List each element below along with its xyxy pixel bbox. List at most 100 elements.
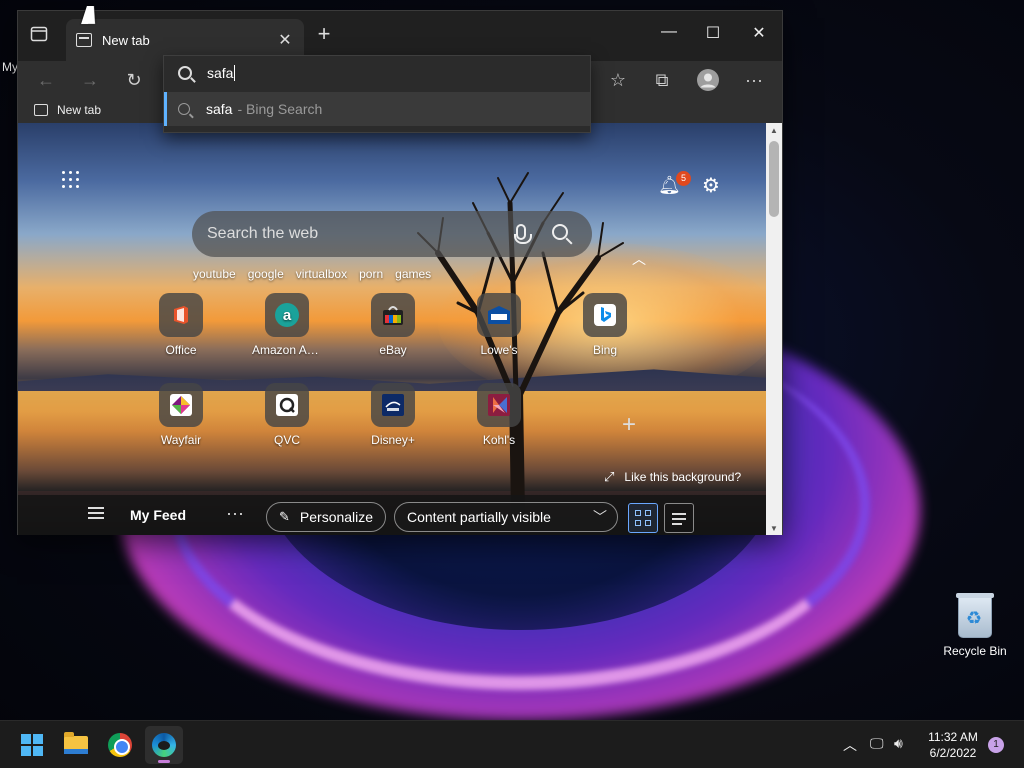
add-site-button[interactable]: + — [594, 411, 664, 439]
tile-label: Disney+ — [371, 433, 415, 447]
personalize-button[interactable]: ✎ Personalize — [266, 502, 386, 532]
tile-label: Kohl's — [482, 433, 516, 447]
new-tab-favicon — [76, 33, 92, 47]
tile-ebay[interactable]: eBay — [358, 293, 428, 357]
pencil-icon: ✎ — [279, 509, 290, 524]
tile-label: Bing — [592, 343, 618, 357]
content-visibility-dropdown[interactable]: Content partially visible ﹀ — [394, 502, 618, 532]
refresh-icon[interactable]: ↻ — [122, 69, 146, 91]
scroll-up-arrow-icon[interactable]: ▲ — [769, 126, 779, 135]
tile-office[interactable]: Office — [146, 293, 216, 357]
recycle-bin[interactable]: ♻ Recycle Bin — [940, 593, 1010, 658]
tile-disney-plus[interactable]: Disney+ — [358, 383, 428, 447]
svg-text:a: a — [283, 307, 292, 324]
suggestion-item[interactable]: safa - Bing Search — [164, 92, 590, 126]
start-button[interactable] — [13, 726, 51, 764]
quick-link[interactable]: porn — [359, 267, 383, 281]
quick-link[interactable]: youtube — [193, 267, 236, 281]
favorites-icon[interactable]: ☆ — [606, 69, 630, 91]
content-visibility-value: Content partially visible — [407, 509, 551, 525]
scroll-down-arrow-icon[interactable]: ▼ — [769, 524, 779, 533]
tab-actions-icon[interactable] — [30, 25, 54, 47]
start-icon — [21, 734, 43, 756]
network-icon[interactable]: 🖵︎ — [870, 735, 884, 752]
tile-label: eBay — [379, 343, 407, 357]
bing-icon — [583, 293, 627, 337]
personalize-label: Personalize — [299, 509, 374, 525]
quick-link[interactable]: games — [395, 267, 431, 281]
profile-avatar[interactable] — [696, 69, 720, 91]
recycle-bin-icon: ♻ — [956, 593, 994, 638]
text-caret — [234, 65, 236, 81]
feed-bar: My Feed ··· ✎ Personalize Content partia… — [18, 495, 766, 535]
microphone-icon[interactable] — [514, 224, 532, 244]
minimize-button[interactable]: — — [654, 23, 684, 41]
notification-center-badge[interactable]: 1 — [988, 737, 1004, 753]
close-window-button[interactable]: ✕ — [744, 23, 774, 43]
back-icon[interactable]: ← — [34, 69, 58, 91]
new-tab-page: 🔔︎ 5 ⚙ Search the web youtube google vir… — [18, 123, 766, 535]
chrome-button[interactable] — [101, 726, 139, 764]
search-icon — [178, 103, 190, 115]
app-launcher-icon[interactable] — [62, 171, 80, 189]
grid-view-button[interactable] — [628, 503, 658, 533]
file-explorer-icon — [64, 732, 88, 754]
address-input-text: safa — [207, 65, 234, 81]
settings-more-icon[interactable]: ··· — [742, 69, 766, 91]
tile-label: Lowe's — [480, 343, 518, 357]
vertical-scrollbar[interactable]: ▲ ▼ — [766, 123, 782, 535]
chrome-icon — [108, 733, 132, 757]
page-settings-gear-icon[interactable]: ⚙ — [702, 173, 720, 198]
chevron-down-icon: ﹀ — [593, 509, 607, 525]
clock-time: 11:32 AM — [928, 730, 978, 744]
edge-button[interactable] — [145, 726, 183, 764]
like-background-label: Like this background? — [624, 470, 742, 484]
office-icon — [159, 293, 203, 337]
maximize-button[interactable]: ☐ — [698, 23, 728, 43]
like-background-link[interactable]: ⤢ Like this background? — [604, 469, 741, 485]
favorites-bar-item[interactable]: New tab — [34, 103, 101, 117]
scrollbar-thumb[interactable] — [769, 141, 779, 217]
quick-link[interactable]: google — [248, 267, 284, 281]
address-input[interactable]: safa — [164, 56, 590, 90]
taskbar: ︿ 🖵︎ 🔊︎ 11:32 AM 6/2/2022 1 — [0, 720, 1024, 768]
clock[interactable]: 11:32 AM 6/2/2022 — [920, 729, 986, 761]
list-view-button[interactable] — [664, 503, 694, 533]
tile-kohls[interactable]: Kohl's — [464, 383, 534, 447]
hamburger-menu-icon[interactable] — [88, 507, 104, 519]
favorites-bar-item-label: New tab — [57, 103, 102, 117]
search-icon — [178, 66, 192, 80]
edge-window: New tab ✕ + — ☐ ✕ ← → ↻ ☆ ⧉ ··· New tab … — [17, 10, 783, 535]
clock-date: 6/2/2022 — [929, 746, 977, 760]
kohls-icon — [477, 383, 521, 427]
search-submit-icon[interactable] — [552, 224, 568, 240]
qvc-icon — [265, 383, 309, 427]
expand-arrow-icon: ⤢ — [604, 469, 615, 484]
volume-icon[interactable]: 🔊︎ — [894, 735, 903, 752]
my-feed-tab[interactable]: My Feed — [130, 507, 186, 523]
tile-qvc[interactable]: QVC — [252, 383, 322, 447]
quick-link[interactable]: virtualbox — [296, 267, 347, 281]
lowes-icon — [477, 293, 521, 337]
close-tab-icon[interactable]: ✕ — [276, 30, 294, 50]
tile-lowes[interactable]: Lowe's — [464, 293, 534, 357]
wayfair-icon — [159, 383, 203, 427]
title-bar: New tab ✕ + — ☐ ✕ — [18, 11, 782, 61]
tile-bing[interactable]: Bing — [570, 293, 640, 357]
collapse-chevron-up-icon[interactable]: ︿ — [632, 249, 646, 269]
show-hidden-icons-chevron-up-icon[interactable]: ︿ — [843, 735, 857, 755]
suggestion-query: safa — [206, 101, 233, 117]
collections-icon[interactable]: ⧉ — [650, 69, 674, 91]
quick-links: youtube google virtualbox porn games — [193, 267, 443, 281]
file-explorer-button[interactable] — [57, 726, 95, 764]
address-bar-dropdown: safa safa - Bing Search — [163, 55, 591, 133]
tile-wayfair[interactable]: Wayfair — [146, 383, 216, 447]
desktop-icon-label[interactable]: My — [2, 60, 18, 74]
feed-more-options-icon[interactable]: ··· — [226, 503, 244, 524]
tile-label: Amazon Assi... — [252, 343, 322, 357]
new-tab-button[interactable]: + — [312, 23, 336, 45]
amazon-icon: a — [265, 293, 309, 337]
forward-icon[interactable]: → — [78, 69, 102, 91]
tile-amazon-assistant[interactable]: a Amazon Assi... — [252, 293, 322, 357]
web-search-box[interactable]: Search the web — [192, 211, 592, 257]
